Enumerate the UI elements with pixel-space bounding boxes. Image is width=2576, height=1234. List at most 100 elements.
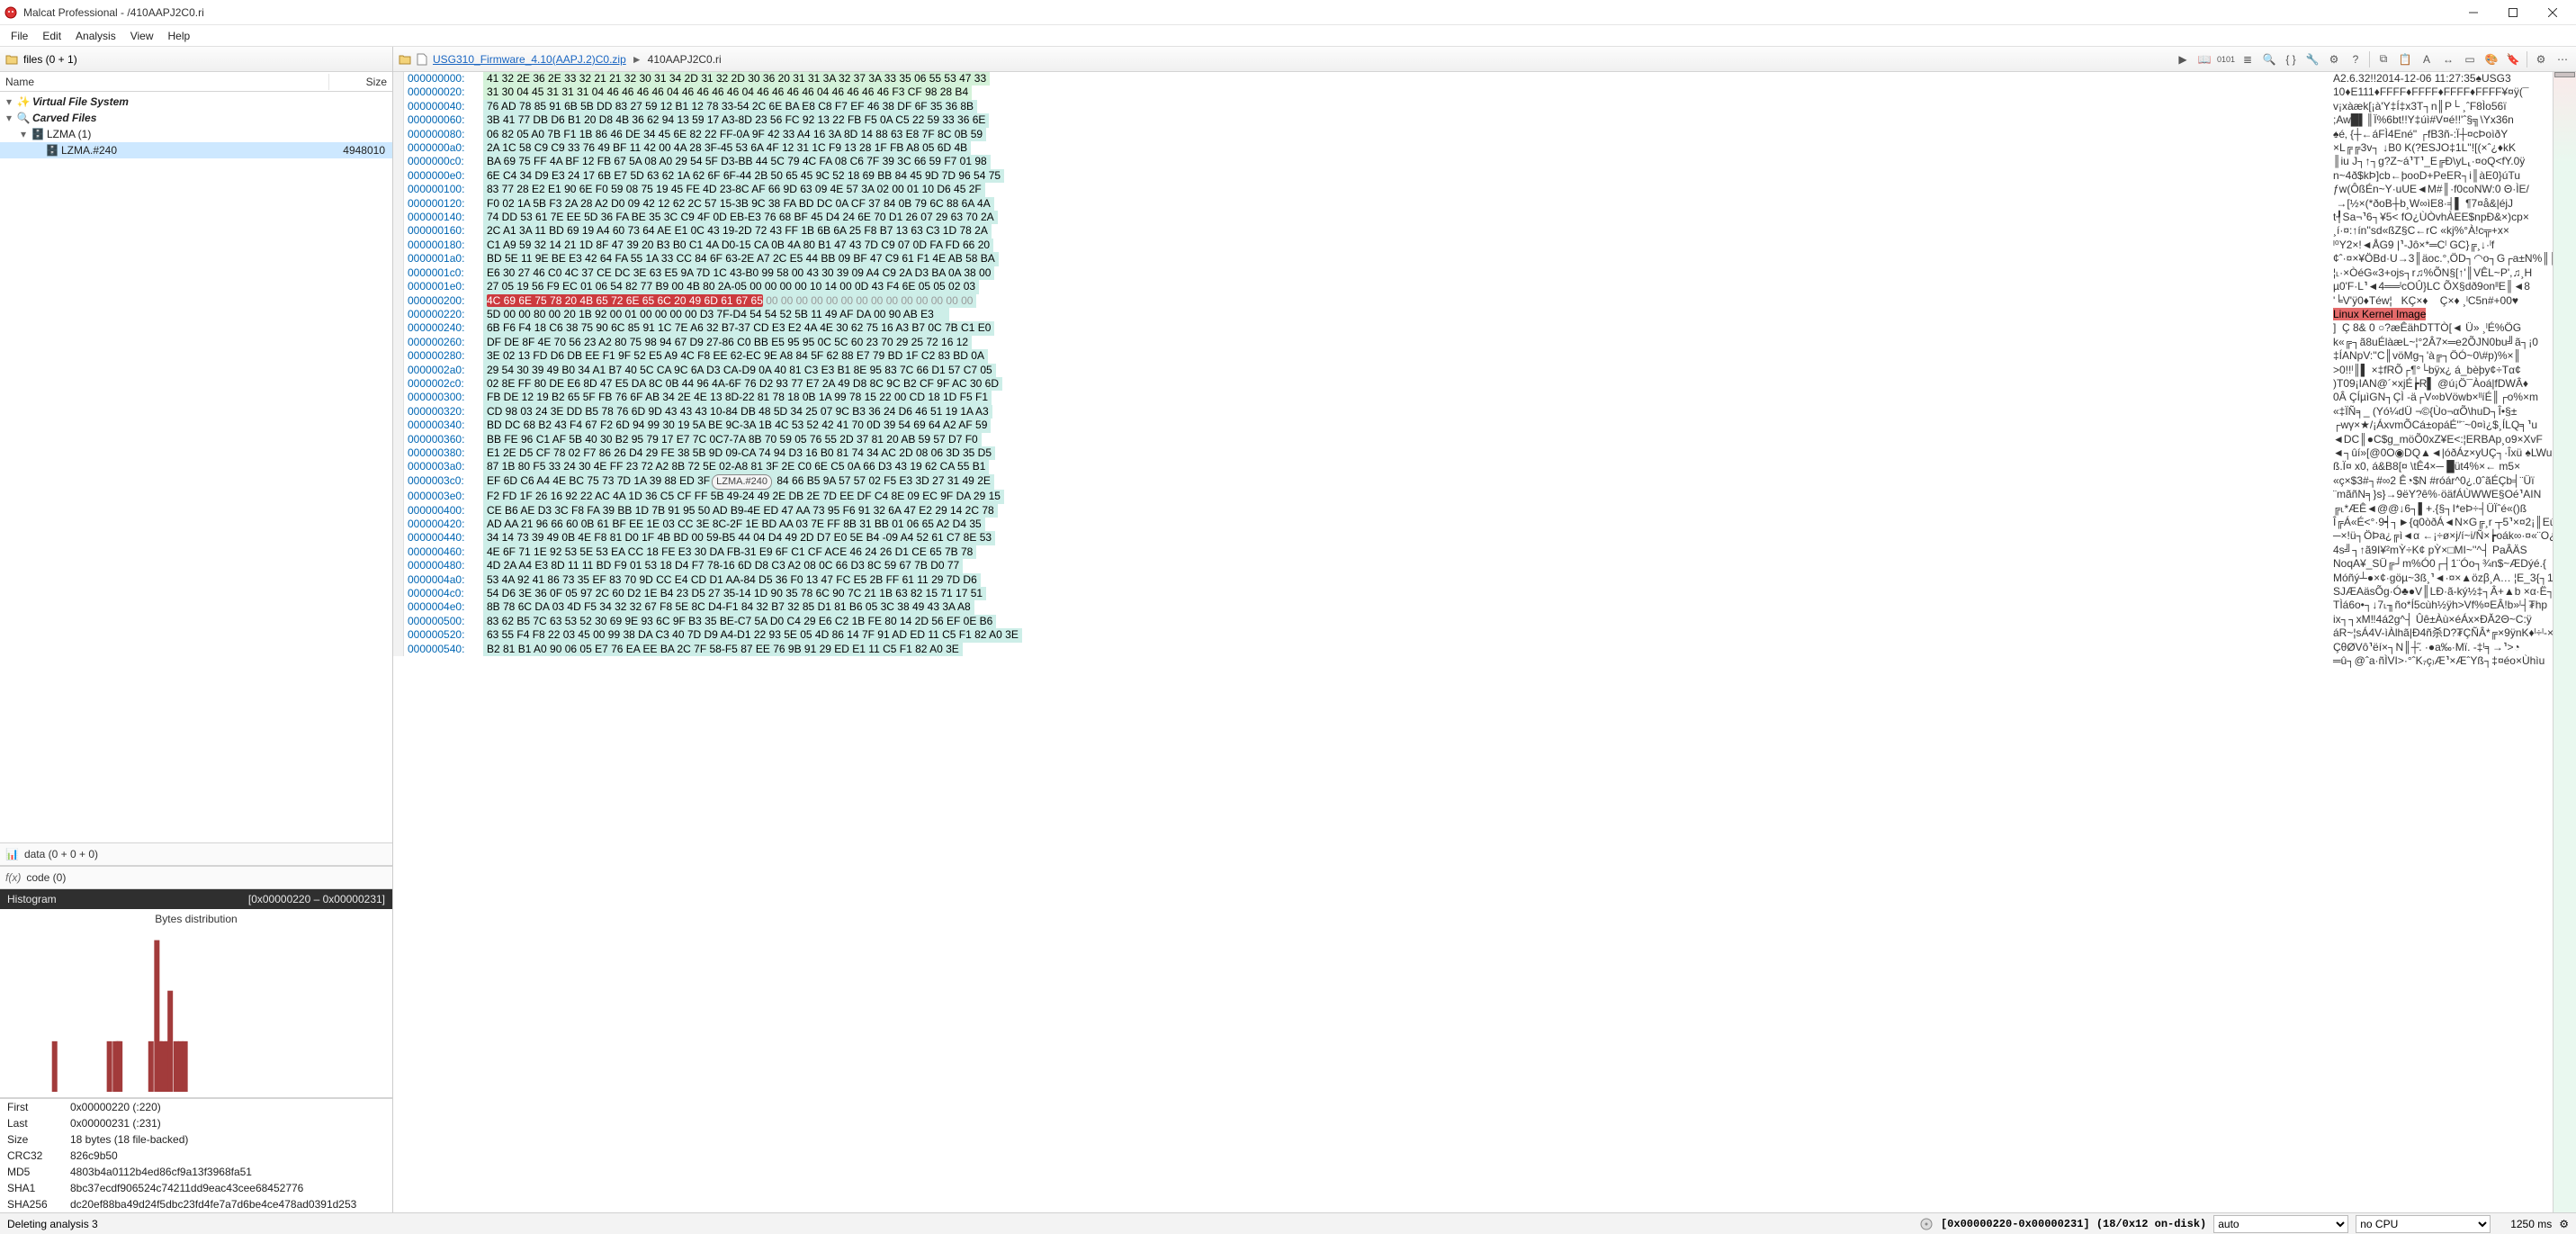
menu-file[interactable]: File bbox=[4, 28, 35, 44]
menu-edit[interactable]: Edit bbox=[35, 28, 68, 44]
hex-row[interactable]: 000000000:41 32 2E 36 2E 33 32 21 21 32 … bbox=[393, 72, 2329, 86]
minimap[interactable] bbox=[2553, 72, 2576, 1212]
ascii-row[interactable]: ÇθØVô⸣ëí×┐N║┼᷉. ·●a‰·Mï. -‡ˡ╕→⸣>◔ bbox=[2329, 641, 2553, 654]
tool-bookmark-icon[interactable]: 🔖 bbox=[2503, 50, 2523, 69]
col-name[interactable]: Name bbox=[0, 74, 329, 90]
hex-row[interactable]: 000000200:4C 69 6E 75 78 20 4B 65 72 6E … bbox=[393, 294, 2329, 308]
hex-row[interactable]: 000000140:74 DD 53 61 7E EE 5D 36 FA BE … bbox=[393, 211, 2329, 224]
hex-bytes[interactable]: FB DE 12 19 B2 65 5F FB 76 6F AB 34 2E 4… bbox=[483, 391, 992, 404]
hex-bytes[interactable]: 27 05 19 56 F9 EC 01 06 54 82 77 B9 00 4… bbox=[483, 280, 979, 293]
menu-view[interactable]: View bbox=[123, 28, 161, 44]
hex-row[interactable]: 000000080:06 82 05 A0 7B F1 1B 86 46 DE … bbox=[393, 128, 2329, 141]
file-tree[interactable]: ▾ ✨ Virtual File System ▾ 🔍 Carved Files… bbox=[0, 92, 392, 842]
hex-bytes[interactable]: 4D 2A A4 E3 8D 11 11 BD F9 01 53 18 D4 F… bbox=[483, 559, 963, 572]
hex-bytes[interactable]: EF 6D C6 A4 4E BC 75 73 7D 1A 39 88 ED 3… bbox=[483, 474, 994, 490]
crumb-zip[interactable]: USG310_Firmware_4.10(AAPJ.2)C0.zip bbox=[433, 53, 626, 66]
hex-bytes[interactable]: 83 62 B5 7C 63 53 52 30 69 9E 93 6C 9F B… bbox=[483, 615, 996, 628]
tool-gear-icon[interactable]: ⚙ bbox=[2531, 50, 2551, 69]
hex-row[interactable]: 0000004e0:8B 78 6C DA 03 4D F5 34 32 32 … bbox=[393, 600, 2329, 614]
hex-row[interactable]: 000000260:DF DE 8F 4E 70 56 23 A2 80 75 … bbox=[393, 336, 2329, 349]
hex-bytes[interactable]: 74 DD 53 61 7E EE 5D 36 FA BE 35 3C C9 4… bbox=[483, 211, 998, 224]
hex-row[interactable]: 000000020:31 30 04 45 31 31 31 04 46 46 … bbox=[393, 86, 2329, 99]
hex-bytes[interactable]: 31 30 04 45 31 31 31 04 46 46 46 46 04 4… bbox=[483, 86, 972, 99]
ascii-row[interactable]: TÌá6o•┐↓7˪╖ño*Í5cùh½ÿh>Vf%¤EÂ!b»ˡ┤₮hp bbox=[2329, 599, 2553, 612]
tool-colwidth-icon[interactable]: ↔ bbox=[2438, 50, 2458, 69]
maximize-button[interactable] bbox=[2493, 0, 2533, 25]
ascii-view[interactable]: A2.6.32!!2014-12-06 11:27:35♠USG310♦E111… bbox=[2329, 72, 2553, 1212]
ascii-row[interactable]: áR~¦sÁ4V-ìÀlhã|Ð4ñ杀D?₮ÇÑÂ*╔×9ÿnK♦ˡ÷ˡ-×ˡ~… bbox=[2329, 626, 2553, 640]
hex-bytes[interactable]: 76 AD 78 85 91 6B 5B DD 83 27 59 12 B1 1… bbox=[483, 100, 977, 113]
ascii-row[interactable]: >0!!ˡ║▌ ×‡fRÕ┌¶°└bÿx¿ á_bèþy¢÷Tα¢ bbox=[2329, 364, 2553, 377]
ascii-row[interactable]: '╘V'ÿ0♦Téw¦ KÇ×♦ Ç×♦ ¸ˡC5n#+00♥ bbox=[2329, 294, 2553, 308]
ascii-row[interactable]: NoqA¥_SÜ╔┘m%Ó0┌┤1¨Óo┐¾n$~ÆDýé.{ bbox=[2329, 557, 2553, 571]
hex-row[interactable]: 000000420:AD AA 21 96 66 60 0B 61 BF EE … bbox=[393, 518, 2329, 531]
ascii-row[interactable]: ╔˪*ÆÊ◄@@↓6┐▌+.{§┐I*eÞ÷┤ÜÏˆé«()ß bbox=[2329, 502, 2553, 516]
tool-book-icon[interactable]: 📖 bbox=[2195, 50, 2214, 69]
hex-row[interactable]: 0000004a0:53 4A 92 41 86 73 35 EF 83 70 … bbox=[393, 573, 2329, 587]
ascii-row[interactable]: ] Ç 8& 0 ○?æÊähDTTÒ[◄ Ü» ¸ˡÉ%ÖG bbox=[2329, 321, 2553, 335]
hex-bytes[interactable]: 6B F6 F4 18 C6 38 75 90 6C 85 91 1C 7E A… bbox=[483, 321, 994, 335]
data-panel-header[interactable]: 📊 data (0 + 0 + 0) bbox=[0, 842, 392, 866]
ascii-row[interactable]: →[½×(*ðoB┼b¸W∞ìE8·╡▌ ¶7¤å&|éjJ bbox=[2329, 197, 2553, 211]
ascii-row[interactable]: ◄┐ûí»[@0O◉DQ▲◄|óðÁz×yUÇ┐·Îxü ♠LWuÞ bbox=[2329, 446, 2553, 460]
ascii-row[interactable]: 10♦E111♦FFFF♦FFFF♦FFFF♦FFFF¥¤ÿ(¯ bbox=[2329, 86, 2553, 99]
hex-bytes[interactable]: E1 2E D5 CF 78 02 F7 86 26 D4 29 FE 38 5… bbox=[483, 446, 995, 460]
code-panel-header[interactable]: f(x) code (0) bbox=[0, 866, 392, 889]
hex-bytes[interactable]: BD DC 68 B2 43 F4 67 F2 6D 94 99 30 19 5… bbox=[483, 419, 991, 432]
hex-row[interactable]: 000000340:BD DC 68 B2 43 F4 67 F2 6D 94 … bbox=[393, 419, 2329, 432]
hex-bytes[interactable]: BB FE 96 C1 AF 5B 40 30 B2 95 79 17 E7 7… bbox=[483, 433, 982, 446]
hex-row[interactable]: 000000380:E1 2E D5 CF 78 02 F7 86 26 D4 … bbox=[393, 446, 2329, 460]
hex-bytes[interactable]: 4C 69 6E 75 78 20 4B 65 72 6E 65 6C 20 4… bbox=[483, 294, 976, 308]
chevron-down-icon[interactable]: ▾ bbox=[4, 112, 14, 124]
hex-bytes[interactable]: F0 02 1A 5B F3 2A 28 A2 D0 09 42 12 62 2… bbox=[483, 197, 994, 211]
hex-bytes[interactable]: 63 55 F4 F8 22 03 45 00 99 38 DA C3 40 7… bbox=[483, 628, 1022, 642]
minimize-button[interactable] bbox=[2454, 0, 2493, 25]
ascii-row[interactable]: ¸í·¤:↑ín''sd«ßZ§C←rC «kj%°À!c╦+x× bbox=[2329, 224, 2553, 238]
hex-row[interactable]: 000000040:76 AD 78 85 91 6B 5B DD 83 27 … bbox=[393, 100, 2329, 113]
hex-row[interactable]: 0000003c0:EF 6D C6 A4 4E BC 75 73 7D 1A … bbox=[393, 474, 2329, 490]
hex-bytes[interactable]: 6E C4 34 D9 E3 24 17 6B E7 5D 63 62 1A 6… bbox=[483, 169, 1004, 183]
hex-row[interactable]: 000000100:83 77 28 E2 E1 90 6E F0 59 08 … bbox=[393, 183, 2329, 196]
hex-bytes[interactable]: 3E 02 13 FD D6 DB EE F1 9F 52 E5 A9 4C F… bbox=[483, 349, 988, 363]
tool-code-icon[interactable]: { } bbox=[2281, 50, 2301, 69]
ascii-row[interactable]: v¡xàæk[¡à'Y‡Í‡x3T┐n║P└ ¸ˆF8Ìo56ï bbox=[2329, 100, 2553, 113]
ascii-row[interactable]: ║iu J┐↑┐g?Z~á⸣T⸣_E╔Ð\yL⸤·¤oQ<fY.0ÿ bbox=[2329, 155, 2553, 168]
hex-bytes[interactable]: 83 77 28 E2 E1 90 6E F0 59 08 75 19 45 F… bbox=[483, 183, 985, 196]
ascii-row[interactable]: ♠é‚ {┼←áFÌ4Ené" ┌fB3ñ-:Ï┼¤cÞoìðY bbox=[2329, 128, 2553, 141]
ascii-row[interactable]: ˡ⁰Y2×!◄ÅG9 |⸣-Jô×*═Cˡ GC}╔¸↓·ˡf bbox=[2329, 239, 2553, 252]
tool-play-icon[interactable]: ▶ bbox=[2173, 50, 2193, 69]
ascii-row[interactable]: ‡ÍANpV:''C║vöMg┐'à╔┐ÖÓ~0\#p)%×║ bbox=[2329, 349, 2553, 363]
hex-row[interactable]: 0000001c0:E6 30 27 46 C0 4C 37 CE DC 3E … bbox=[393, 266, 2329, 280]
hex-bytes[interactable]: 4E 6F 71 1E 92 53 5E 53 EA CC 18 FE E3 3… bbox=[483, 545, 976, 559]
ascii-row[interactable]: ┌wγ×★/¡ÁxvmÕCá±opáÉ''¨~0¤ì¿$¸ÍLQ╕⸣u bbox=[2329, 419, 2553, 432]
tool-more-icon[interactable]: ⋯ bbox=[2553, 50, 2572, 69]
ascii-row[interactable]: )T09¡IAN@´×xjÉ┢R▌ @ú¡Ö¯Àoá|fDWÂ♦ bbox=[2329, 377, 2553, 391]
hex-bytes[interactable]: 2A 1C 58 C9 C9 33 76 49 BF 11 42 00 4A 2… bbox=[483, 141, 971, 155]
hex-row[interactable]: 000000320:CD 98 03 24 3E DD B5 78 76 6D … bbox=[393, 405, 2329, 419]
hex-bytes[interactable]: 41 32 2E 36 2E 33 32 21 21 32 30 31 34 2… bbox=[483, 72, 990, 86]
ascii-row[interactable]: ◄DC║●C$g_möÕ0xZ¥E<:¦ERBAp¸o9×XvF bbox=[2329, 433, 2553, 446]
ascii-row[interactable]: ═û┐@ˆa·ñÌVI>·°ˆK₇ç₎Æ⸣×ÆˆYß┐‡¤éo×Ùhìu bbox=[2329, 654, 2553, 668]
ascii-row[interactable]: Î╔Á«É<°·9┥┐►{q0òðÁ◄N×G╔¸r ┬5⸣×¤2¡║EúÖ( bbox=[2329, 516, 2553, 529]
hex-row[interactable]: 000000120:F0 02 1A 5B F3 2A 28 A2 D0 09 … bbox=[393, 197, 2329, 211]
hex-bytes[interactable]: B2 81 B1 A0 90 06 05 E7 76 EA EE BA 2C 7… bbox=[483, 643, 963, 656]
hex-row[interactable]: 0000000e0:6E C4 34 D9 E3 24 17 6B E7 5D … bbox=[393, 169, 2329, 183]
hex-bytes[interactable]: 8B 78 6C DA 03 4D F5 34 32 32 67 F8 5E 8… bbox=[483, 600, 974, 614]
ascii-row[interactable]: ¦˪·×ÒéG«3+ojs┐r♫%ÕN§[↑'║VÊL~P',♫¸H bbox=[2329, 266, 2553, 280]
ascii-row[interactable]: ¢ˆ·¤×¥ÖBd·U→3║äoc.°,ÖD┐◠о┐G┌a±N%║║ bbox=[2329, 252, 2553, 266]
hex-view[interactable]: 000000000:41 32 2E 36 2E 33 32 21 21 32 … bbox=[393, 72, 2329, 1212]
hex-bytes[interactable]: 53 4A 92 41 86 73 35 EF 83 70 9D CC E4 C… bbox=[483, 573, 981, 587]
ascii-row[interactable]: SJÆAäsÕg·Ó♣●V║LĐ·ã-ký½‡┐Â+▲b ×α·Ë┐ bbox=[2329, 585, 2553, 599]
hex-bytes[interactable]: BA 69 75 FF 4A BF 12 FB 67 5A 08 A0 29 5… bbox=[483, 155, 991, 168]
hex-bytes[interactable]: 06 82 05 A0 7B F1 1B 86 46 DE 34 45 6E 8… bbox=[483, 128, 986, 141]
hex-row[interactable]: 000000460:4E 6F 71 1E 92 53 5E 53 EA CC … bbox=[393, 545, 2329, 559]
tool-search-icon[interactable]: 🔍 bbox=[2259, 50, 2279, 69]
mode-select[interactable]: auto bbox=[2213, 1215, 2348, 1233]
ascii-row[interactable]: ß.Ï¤ x0, á&B8[¤ \tÊ4×─ █üt4%×← m5× bbox=[2329, 460, 2553, 473]
hex-bytes[interactable]: 02 8E FF 80 DE E6 8D 47 E5 DA 8C 0B 44 9… bbox=[483, 377, 1002, 391]
ascii-row[interactable]: µ0'F·L⸣◄4══ˡcOÛ}LC ÕX§dð9onˡˡE║◄8 bbox=[2329, 280, 2553, 293]
tool-font-icon[interactable]: A bbox=[2417, 50, 2437, 69]
hex-row[interactable]: 000000540:B2 81 B1 A0 90 06 05 E7 76 EA … bbox=[393, 643, 2329, 656]
hex-row[interactable]: 000000180:C1 A9 59 32 14 21 1D 8F 47 39 … bbox=[393, 239, 2329, 252]
hex-bytes[interactable]: 87 1B 80 F5 33 24 30 4E FF 23 72 A2 8B 7… bbox=[483, 460, 989, 473]
